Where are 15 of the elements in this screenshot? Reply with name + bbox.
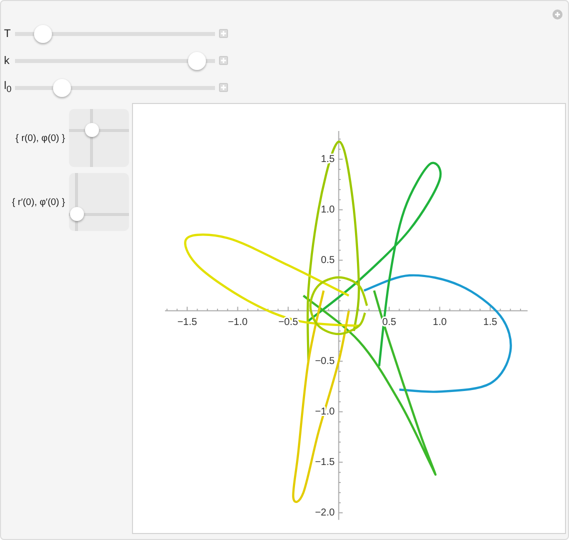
- slider-label: T: [3, 28, 12, 40]
- slider-label: k: [3, 54, 10, 66]
- tick-label: −2.0: [314, 507, 335, 518]
- tick-label: 1.0: [432, 316, 447, 328]
- pad-label: { r′(0), φ′(0) }: [12, 196, 65, 208]
- tick-label: 1.0: [320, 204, 335, 216]
- tick-label: −1.0: [228, 316, 248, 328]
- tick-label: −1.5: [177, 316, 198, 328]
- tick-label: −0.5: [278, 316, 298, 328]
- tick-label: −1.5: [314, 456, 335, 468]
- tick-label: 0.5: [320, 254, 335, 266]
- pad-label: { r(0), φ(0) }: [16, 132, 65, 144]
- tick-label: 1.5: [483, 316, 498, 328]
- tick-label: −0.5: [314, 356, 335, 367]
- slider-label: l$_{0}$: [3, 80, 12, 95]
